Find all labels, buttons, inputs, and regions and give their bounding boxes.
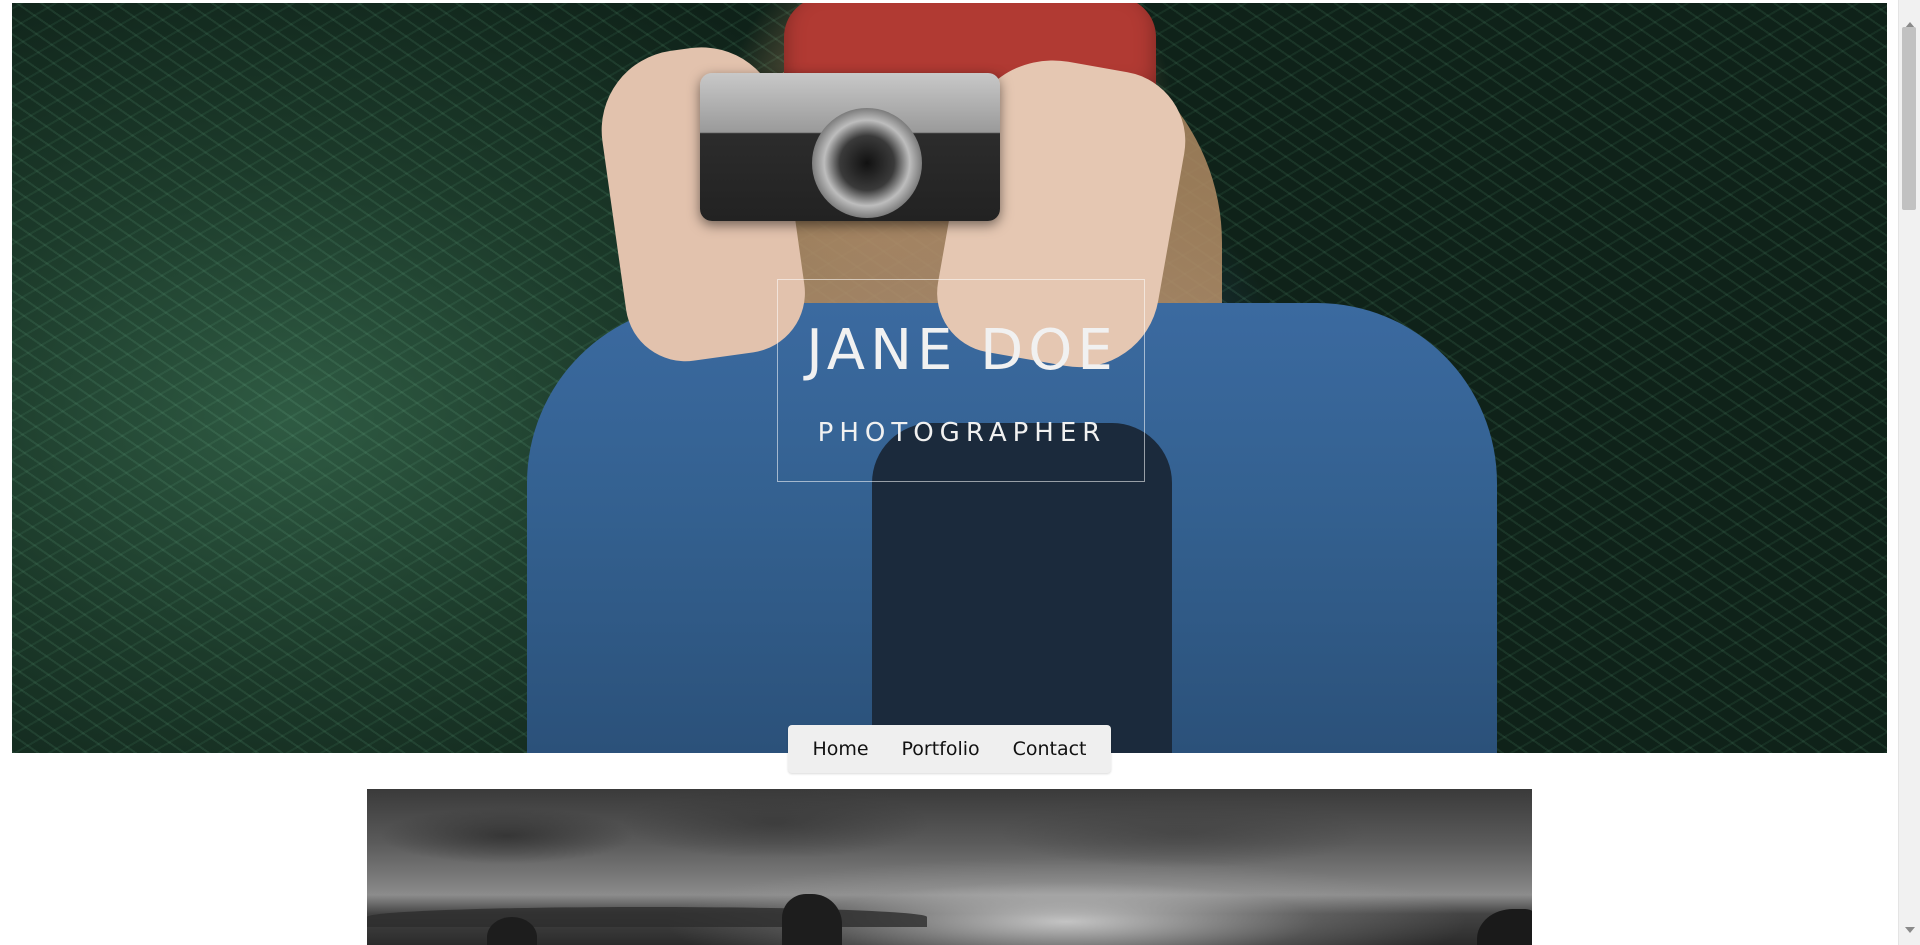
nav-home-link[interactable]: Home	[804, 732, 876, 766]
camera-lens	[812, 108, 922, 218]
hero-role: PHOTOGRAPHER	[817, 418, 1107, 448]
hero-image: JANE DOE PHOTOGRAPHER	[12, 3, 1887, 753]
photo-rock	[782, 894, 842, 945]
nav-contact-link[interactable]: Contact	[1005, 732, 1095, 766]
scroll-down-icon[interactable]	[1899, 925, 1920, 935]
vertical-scrollbar[interactable]	[1898, 0, 1920, 945]
nav-portfolio-link[interactable]: Portfolio	[893, 732, 987, 766]
portfolio-photo[interactable]	[367, 789, 1532, 945]
page: JANE DOE PHOTOGRAPHER Home Portfolio Con…	[0, 0, 1898, 945]
scrollbar-thumb[interactable]	[1902, 27, 1916, 210]
hero-title-box: JANE DOE PHOTOGRAPHER	[777, 279, 1145, 482]
hero-name: JANE DOE	[806, 318, 1118, 383]
photo-hills	[367, 907, 927, 927]
main-nav: Home Portfolio Contact	[788, 725, 1111, 773]
